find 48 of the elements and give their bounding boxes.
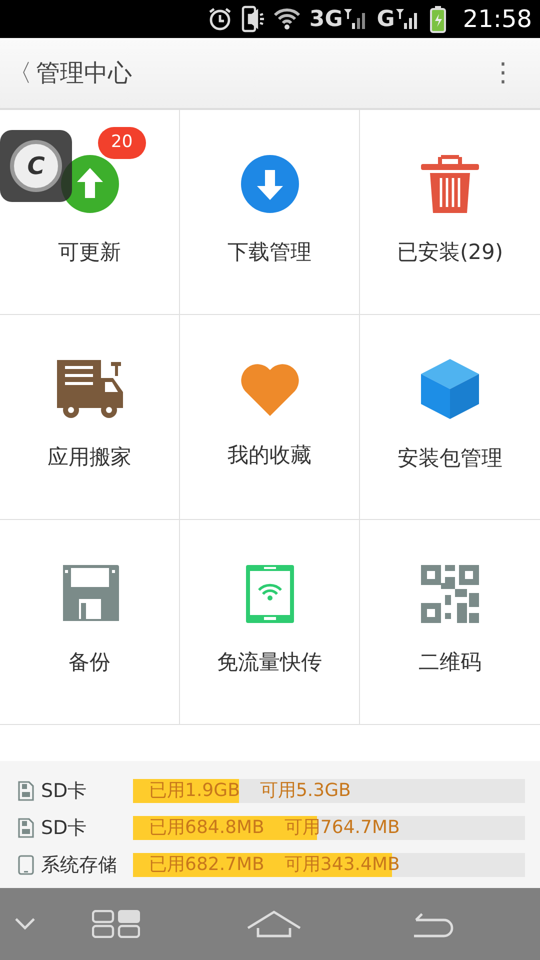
- storage-name: SD卡: [41, 816, 87, 841]
- tile-label: 应用搬家: [48, 444, 132, 472]
- network-label: 3G: [309, 6, 343, 34]
- storage-name: 系统存储: [41, 852, 117, 878]
- cube-icon: [421, 359, 479, 420]
- floating-button[interactable]: C: [0, 130, 72, 202]
- vibrate-icon: [241, 5, 266, 33]
- heart-icon: [240, 362, 300, 416]
- back-button[interactable]: 〈: [8, 55, 32, 91]
- back-icon: [412, 910, 454, 938]
- tile-label: 免流量快传: [217, 649, 322, 676]
- tile-label: 下载管理: [228, 239, 312, 266]
- sd-card-icon: [18, 781, 34, 801]
- sd-card-icon: [18, 818, 34, 838]
- download-icon: [240, 155, 298, 214]
- count-badge: 20: [98, 127, 146, 158]
- used-text: 已用684.8MB: [149, 816, 264, 840]
- free-text: 可用5.3GB: [260, 779, 351, 803]
- tile-label: 安装包管理: [398, 445, 502, 472]
- grid-tile[interactable]: 我的收藏: [180, 315, 360, 520]
- phone-icon: [18, 855, 34, 875]
- chevron-down-icon: [14, 917, 36, 931]
- grid-tile[interactable]: 应用搬家: [0, 315, 180, 520]
- used-text: 已用1.9GB: [149, 779, 240, 803]
- grid-tile[interactable]: 下载管理: [180, 110, 360, 315]
- tablet-wifi-icon: [246, 565, 294, 624]
- truck-icon: [56, 360, 122, 418]
- tile-label: 二维码: [418, 649, 482, 676]
- qr-code-icon: [421, 565, 479, 624]
- tile-label: 已安装(29): [396, 239, 504, 266]
- grid-tile[interactable]: 免流量快传: [180, 520, 360, 725]
- network-label: G: [376, 6, 395, 34]
- tile-label: 可更新: [58, 239, 121, 266]
- home-icon: [246, 910, 302, 938]
- wifi-icon: [273, 7, 302, 31]
- tile-label: 备份: [68, 649, 110, 676]
- alarm-icon: [207, 6, 234, 32]
- grid-tile[interactable]: 备份: [0, 520, 180, 725]
- storage-name: SD卡: [41, 778, 87, 804]
- menu-button[interactable]: ⋮: [490, 54, 516, 92]
- battery-icon: [428, 5, 447, 33]
- button-letter: C: [27, 151, 45, 182]
- trash-icon: [421, 155, 479, 214]
- tile-label: 我的收藏: [228, 442, 312, 470]
- time-text: 21:58: [462, 4, 532, 35]
- recent-apps-icon: [92, 910, 140, 938]
- page-title: 管理中心: [36, 58, 132, 89]
- used-text: 已用682.7MB: [149, 853, 264, 877]
